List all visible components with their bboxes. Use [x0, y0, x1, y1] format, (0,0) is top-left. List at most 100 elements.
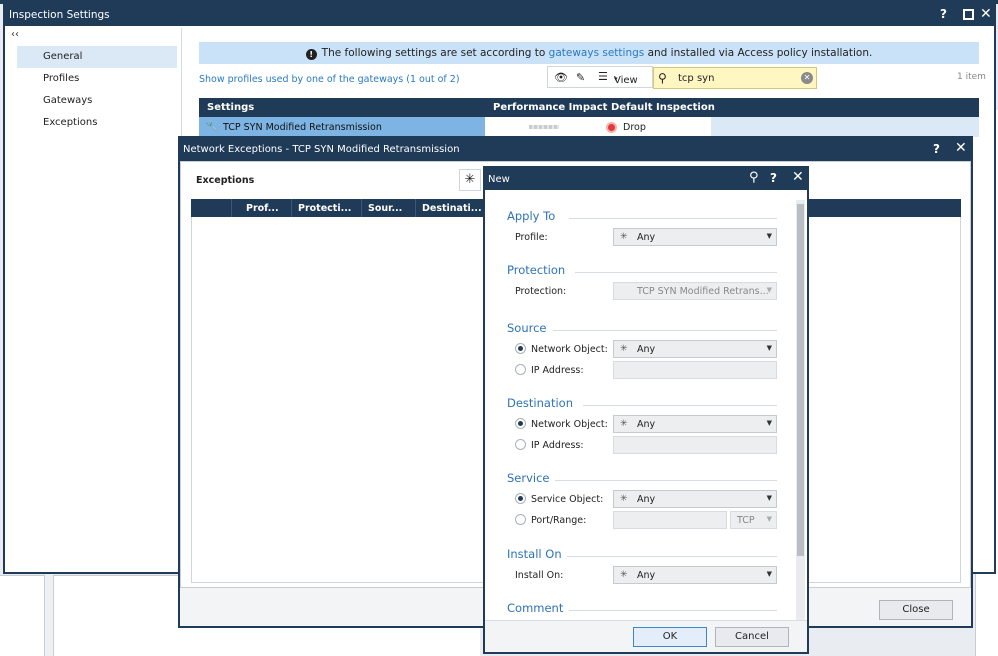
column-divider	[415, 199, 416, 217]
destination-network-object-radio[interactable]	[515, 418, 526, 429]
new-exception-icon[interactable]: ✳	[459, 169, 481, 191]
collapse-nav-icon[interactable]: ‹‹	[11, 29, 19, 40]
destination-network-object-dropdown[interactable]: ✳ Any ▼	[613, 415, 777, 433]
service-object-dropdown[interactable]: ✳ Any ▼	[613, 490, 777, 508]
drop-status-icon	[606, 122, 617, 133]
nav-item-profiles[interactable]: Profiles	[17, 68, 177, 90]
source-ip-address-radio[interactable]	[515, 364, 526, 375]
caret-down-icon: ▼	[766, 286, 772, 294]
section-source: Source	[507, 321, 547, 335]
menu-icon[interactable]: ☰	[598, 70, 608, 83]
any-icon: ✳	[620, 344, 628, 354]
nav-item-gateways[interactable]: Gateways	[17, 90, 177, 112]
service-object-label: Service Object:	[531, 494, 604, 505]
column-source[interactable]: Sour...	[368, 203, 402, 214]
help-icon[interactable]: ?	[933, 142, 940, 156]
source-network-object-radio[interactable]	[515, 343, 526, 354]
form-scrollbar[interactable]	[796, 200, 805, 620]
column-default-inspection[interactable]: Default Inspection	[611, 102, 715, 113]
new-exception-dialog: New ⚲ ? ✕ Apply To Profile: ✳ Any ▼ Protec…	[483, 166, 809, 654]
default-inspection-value: Drop	[623, 122, 646, 133]
section-install-on: Install On	[507, 547, 562, 561]
window-titlebar: Network Exceptions - TCP SYN Modified Re…	[180, 138, 971, 161]
profile-dropdown[interactable]: ✳ Any ▼	[613, 228, 777, 246]
info-icon: !	[305, 49, 317, 60]
nav-item-general[interactable]: General	[17, 46, 177, 68]
ok-button[interactable]: OK	[633, 627, 707, 647]
section-protection: Protection	[507, 263, 566, 277]
nav-item-label: Gateways	[43, 95, 93, 106]
protection-dropdown: TCP SYN Modified Retrans... ▼	[613, 282, 777, 300]
column-protection[interactable]: Protecti...	[298, 203, 351, 214]
help-icon[interactable]: ?	[770, 171, 777, 185]
column-settings[interactable]: Settings	[207, 102, 254, 113]
port-range-field	[613, 511, 727, 529]
any-icon: ✳	[620, 494, 628, 504]
close-icon[interactable]: ✕	[792, 169, 804, 185]
destination-network-object-label: Network Object:	[531, 419, 608, 430]
info-banner: ! The following settings are set accordin…	[199, 42, 979, 64]
cancel-button[interactable]: Cancel	[715, 627, 789, 647]
section-divider	[553, 330, 777, 331]
install-on-dropdown[interactable]: ✳ Any ▼	[613, 566, 777, 584]
column-destination[interactable]: Destinati...	[422, 203, 482, 214]
section-divider	[555, 480, 777, 481]
nav-item-exceptions[interactable]: Exceptions	[17, 112, 177, 134]
exception-form: Apply To Profile: ✳ Any ▼ Protection Prote…	[485, 190, 807, 620]
column-performance-impact[interactable]: Performance Impact	[493, 102, 607, 113]
any-icon: ✳	[620, 570, 628, 580]
search-value: tcp syn	[678, 73, 715, 84]
destination-ip-address-field	[613, 436, 777, 454]
search-icon[interactable]: ⚲	[749, 170, 759, 185]
section-service: Service	[507, 471, 550, 485]
dialog-title: New	[488, 174, 510, 185]
caret-down-icon: ▼	[766, 494, 772, 502]
caret-down-icon: ▼	[766, 570, 772, 578]
section-divider	[575, 272, 777, 273]
section-destination: Destination	[507, 396, 573, 410]
performance-impact-bar	[529, 125, 559, 129]
section-apply-to: Apply To	[507, 209, 556, 223]
profile-label: Profile:	[515, 232, 548, 243]
banner-text: The following settings are set according…	[321, 47, 549, 59]
column-divider	[231, 199, 232, 217]
window-titlebar: Inspection Settings ? ✕	[5, 4, 994, 26]
nav-item-label: Profiles	[43, 73, 80, 84]
wrench-icon: 🔧	[205, 120, 219, 133]
settings-table-header: Settings Performance Impact Default Insp…	[199, 98, 979, 117]
banner-text: and installed via Access policy installa…	[644, 47, 873, 59]
column-profile[interactable]: Prof...	[246, 203, 279, 214]
section-divider	[569, 218, 777, 219]
row-cell-background	[485, 117, 711, 137]
scrollbar-thumb[interactable]	[797, 204, 804, 556]
protection-label: Protection:	[515, 286, 567, 297]
search-input[interactable]: ⚲ tcp syn ✕	[653, 67, 817, 89]
gateways-settings-link[interactable]: gateways settings	[549, 47, 645, 59]
section-divider	[569, 610, 777, 611]
background-column	[44, 575, 54, 656]
settings-nav: General Profiles Gateways Exceptions	[17, 46, 177, 134]
close-icon[interactable]: ✕	[980, 6, 992, 22]
clear-search-icon[interactable]: ✕	[801, 72, 813, 84]
maximize-icon[interactable]	[963, 9, 974, 20]
column-divider	[291, 199, 292, 217]
port-range-radio[interactable]	[515, 514, 526, 525]
setting-name: TCP SYN Modified Retransmission	[223, 122, 382, 133]
destination-ip-address-label: IP Address:	[531, 440, 584, 451]
destination-ip-address-radio[interactable]	[515, 439, 526, 450]
source-ip-address-label: IP Address:	[531, 365, 584, 376]
port-range-label: Port/Range:	[531, 515, 587, 526]
column-divider	[361, 199, 362, 217]
source-network-object-dropdown[interactable]: ✳ Any ▼	[613, 340, 777, 358]
help-icon[interactable]: ?	[940, 7, 947, 21]
close-button[interactable]: Close	[879, 600, 953, 620]
source-network-value: Any	[637, 344, 656, 355]
eye-icon[interactable]: 👁	[554, 71, 568, 84]
table-row[interactable]: 🔧 TCP SYN Modified Retransmission Drop	[199, 117, 979, 137]
close-icon[interactable]: ✕	[955, 140, 967, 156]
service-object-radio[interactable]	[515, 493, 526, 504]
show-profiles-link[interactable]: Show profiles used by one of the gateway…	[199, 74, 460, 85]
edit-icon[interactable]: ✎	[576, 71, 585, 84]
any-icon: ✳	[620, 419, 628, 429]
section-divider	[583, 405, 777, 406]
